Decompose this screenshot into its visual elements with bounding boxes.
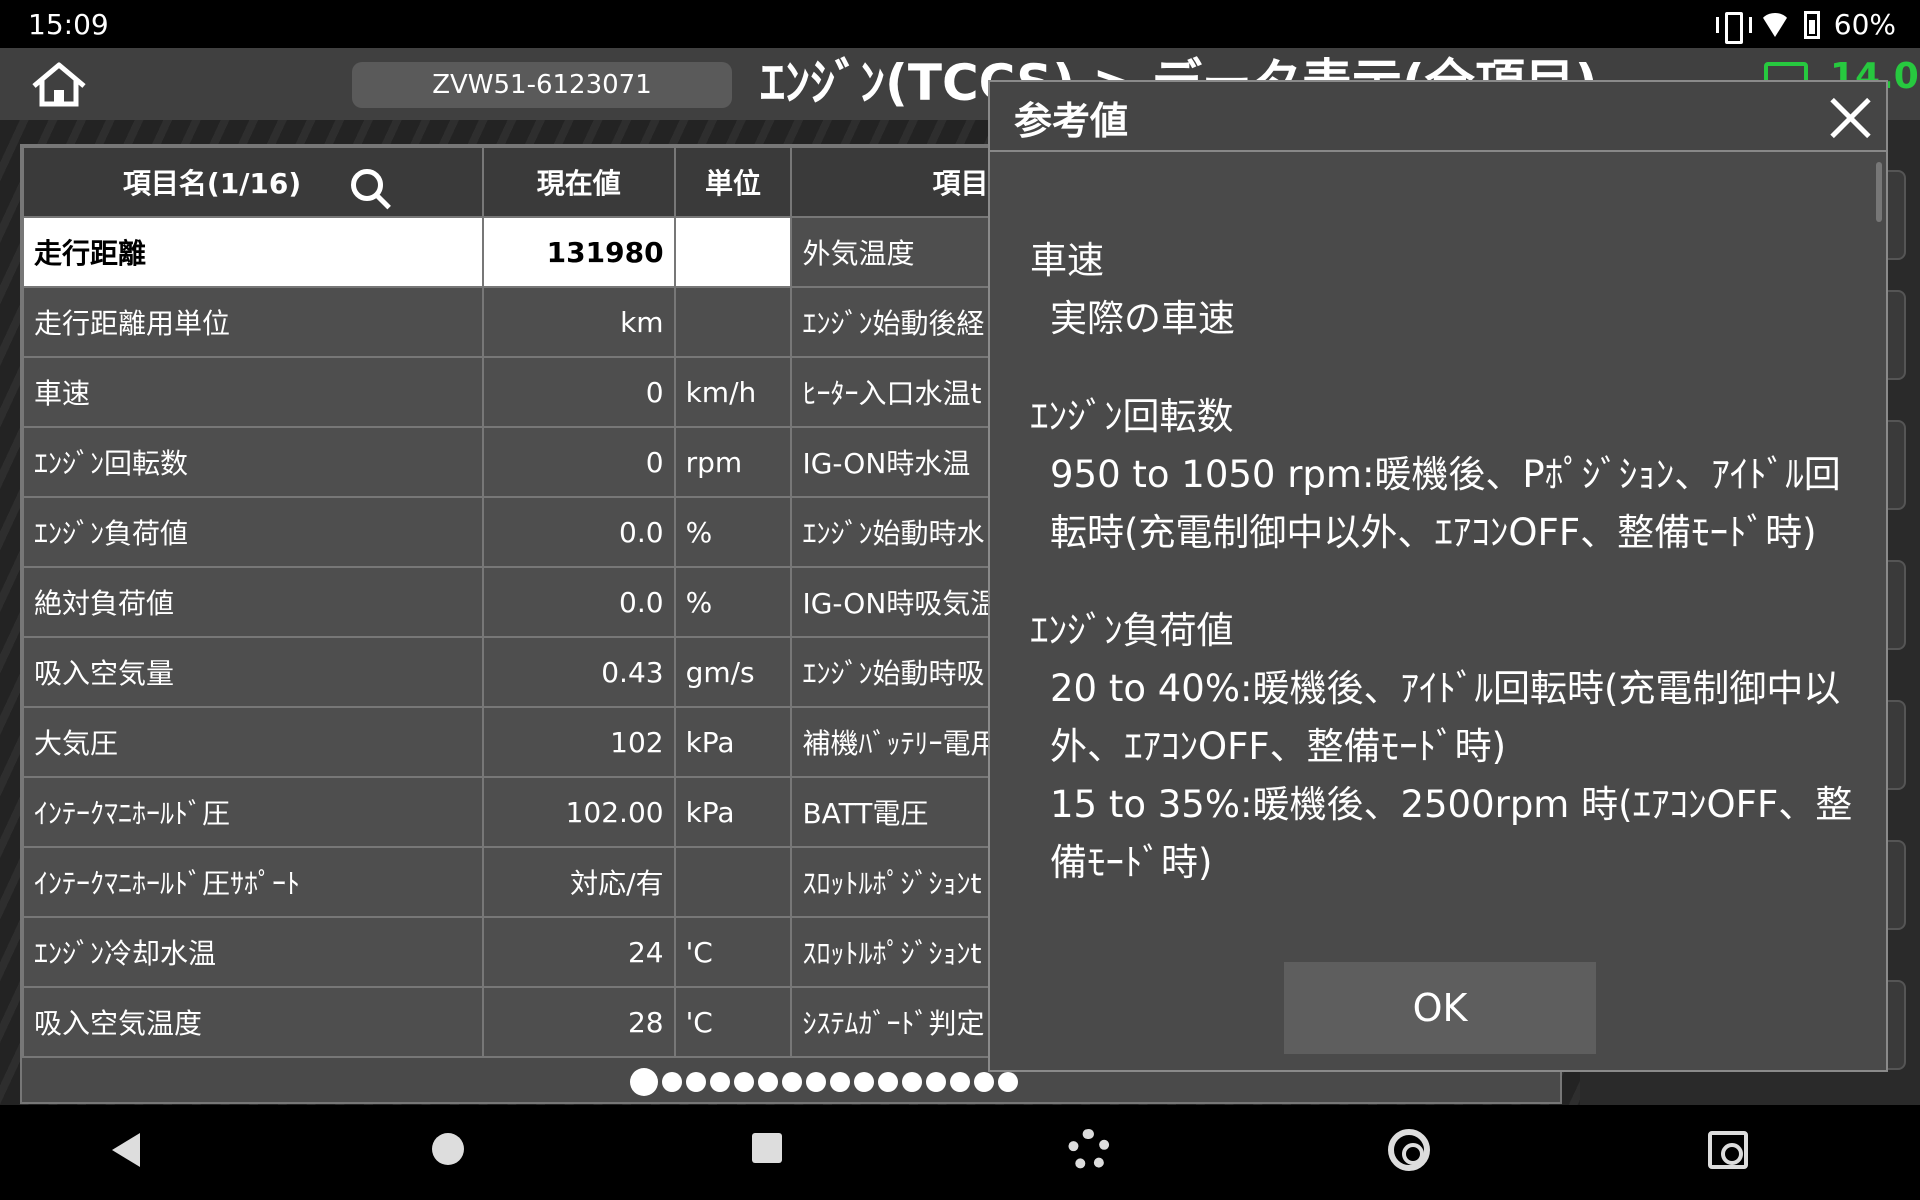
cell-unit: kPa (673, 706, 793, 778)
cell-unit: % (673, 496, 793, 568)
cell-item-name: ｲﾝﾃｰｸﾏﾆﾎｰﾙﾄﾞ圧ｻﾎﾟｰﾄ (22, 846, 484, 918)
header-value: 現在値 (481, 146, 676, 218)
page-dot[interactable] (782, 1072, 802, 1092)
cell-unit (673, 846, 793, 918)
reference-dialog: 参考値 車速実際の車速 ｴﾝｼﾞﾝ回転数 950 to 1050 rpm:暖機後、P… (988, 80, 1888, 1072)
cell-value: 対応/有 (481, 846, 676, 918)
cell-item-name: ｴﾝｼﾞﾝ負荷値 (22, 496, 484, 568)
page-dot[interactable] (878, 1072, 898, 1092)
cell-item-name: 走行距離 (22, 216, 484, 288)
page-dot[interactable] (998, 1072, 1018, 1092)
cell-unit: rpm (673, 426, 793, 498)
reference-item-title: ｴﾝｼﾞﾝ負荷値 (1030, 609, 1234, 652)
vibrate-icon (1715, 11, 1752, 44)
battery-percent: 60% (1833, 8, 1896, 41)
cell-value: 0.0 (481, 496, 676, 568)
cell-value: 28 (481, 986, 676, 1058)
reference-item-text: 15 to 35%:暖機後、2500rpm 時(ｴｱｺﾝOFF、整備ﾓｰﾄﾞ時) (1050, 783, 1853, 884)
back-icon[interactable] (112, 1133, 140, 1167)
dialog-scrollbar[interactable] (1876, 162, 1882, 222)
cell-unit: 'C (673, 986, 793, 1058)
page-dot[interactable] (830, 1072, 850, 1092)
nav-home-icon[interactable] (432, 1133, 464, 1165)
cell-unit (673, 216, 793, 288)
cell-value: 131980 (481, 216, 676, 288)
page-dot[interactable] (710, 1072, 730, 1092)
cell-value: 0 (481, 426, 676, 498)
cell-unit: km/h (673, 356, 793, 428)
cell-unit: % (673, 566, 793, 638)
reference-item-title: 車速 (1030, 239, 1104, 282)
cell-value: 24 (481, 916, 676, 988)
page-dot[interactable] (662, 1072, 682, 1092)
reference-item-text: 実際の車速 (1050, 297, 1235, 340)
search-icon[interactable] (350, 169, 383, 201)
cell-value: km (481, 286, 676, 358)
cell-unit: gm/s (673, 636, 793, 708)
cell-value: 102.00 (481, 776, 676, 848)
reference-block: ｴﾝｼﾞﾝ回転数 950 to 1050 rpm:暖機後、Pﾎﾟｼﾞｼｮﾝ、ｱｲﾄ… (1010, 388, 1860, 562)
page-dot[interactable] (974, 1072, 994, 1092)
cell-item-name: 吸入空気量 (22, 636, 484, 708)
reference-item-text: 20 to 40%:暖機後、ｱｲﾄﾞﾙ回転時(充電制御中以外、ｴｱｺﾝOFF、整… (1050, 667, 1841, 768)
navigation-bar (0, 1105, 1920, 1200)
battery-icon (1803, 10, 1820, 39)
cell-item-name: ｴﾝｼﾞﾝ回転数 (22, 426, 484, 498)
page-dot[interactable] (950, 1072, 970, 1092)
status-time: 15:09 (28, 8, 109, 41)
wifi-icon (1759, 12, 1790, 37)
page-dot[interactable] (854, 1072, 874, 1092)
cell-value: 102 (481, 706, 676, 778)
cell-value: 0.0 (481, 566, 676, 638)
page-dot[interactable] (806, 1072, 826, 1092)
home-icon (32, 62, 86, 107)
cell-item-name: 走行距離用単位 (22, 286, 484, 358)
vin-display: ZVW51-6123071 (352, 62, 732, 108)
cell-item-name: ｲﾝﾃｰｸﾏﾆﾎｰﾙﾄﾞ圧 (22, 776, 484, 848)
header-item-name-label: 項目名(1/16) (122, 167, 302, 200)
cell-unit: kPa (673, 776, 793, 848)
reference-item-text: 950 to 1050 rpm:暖機後、Pﾎﾟｼﾞｼｮﾝ、ｱｲﾄﾞﾙ回転時(充電… (1050, 453, 1841, 554)
gear-icon[interactable] (1068, 1129, 1110, 1171)
dialog-header: 参考値 (990, 82, 1886, 152)
page-dot[interactable] (686, 1072, 706, 1092)
cell-item-name: 絶対負荷値 (22, 566, 484, 638)
dialog-body: 車速実際の車速 ｴﾝｼﾞﾝ回転数 950 to 1050 rpm:暖機後、Pﾎﾟｼﾞ… (1010, 232, 1860, 932)
recent-apps-icon[interactable] (752, 1133, 782, 1163)
header-item-name[interactable]: 項目名(1/16) (22, 146, 484, 218)
reference-block: 車速実際の車速 (1010, 232, 1860, 348)
reference-item-title: ｴﾝｼﾞﾝ回転数 (1030, 395, 1234, 438)
cell-item-name: ｴﾝｼﾞﾝ冷却水温 (22, 916, 484, 988)
home-button[interactable] (28, 60, 90, 110)
cell-value: 0.43 (481, 636, 676, 708)
page-dot[interactable] (630, 1068, 658, 1096)
reference-block: ｴﾝｼﾞﾝ負荷値 20 to 40%:暖機後、ｱｲﾄﾞﾙ回転時(充電制御中以外、ｴ… (1010, 602, 1860, 892)
screenshot-icon[interactable] (1708, 1131, 1748, 1169)
chrome-icon[interactable] (1388, 1129, 1430, 1171)
dialog-title: 参考値 (1014, 99, 1129, 143)
header-unit: 単位 (673, 146, 793, 218)
cell-unit: 'C (673, 916, 793, 988)
cell-item-name: 車速 (22, 356, 484, 428)
status-icons: 60% (1715, 8, 1896, 44)
page-dot[interactable] (926, 1072, 946, 1092)
cell-item-name: 吸入空気温度 (22, 986, 484, 1058)
close-icon[interactable] (1826, 92, 1876, 142)
cell-item-name: 大気圧 (22, 706, 484, 778)
page-dot[interactable] (902, 1072, 922, 1092)
cell-unit (673, 286, 793, 358)
status-bar: 15:09 60% (0, 0, 1920, 48)
page-dot[interactable] (734, 1072, 754, 1092)
cell-value: 0 (481, 356, 676, 428)
page-dot[interactable] (758, 1072, 778, 1092)
page-indicator[interactable] (630, 1068, 1018, 1096)
ok-button[interactable]: OK (1284, 962, 1596, 1054)
